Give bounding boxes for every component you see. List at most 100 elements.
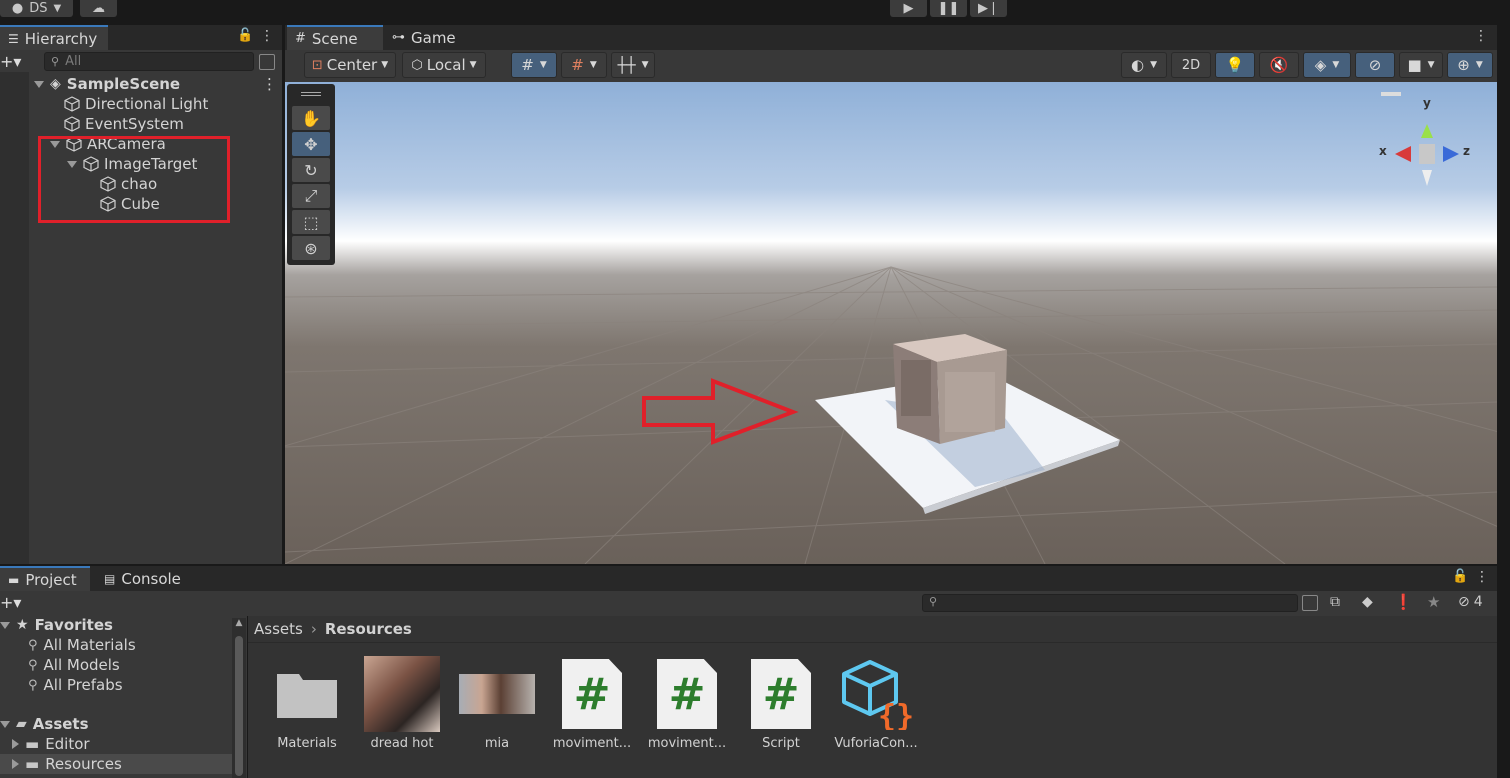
folder-item-editor[interactable]: ▬ Editor [12, 734, 90, 754]
increment-snap-button[interactable]: # ▼ [561, 52, 607, 78]
local-icon: ⬡ [411, 57, 423, 73]
pause-button[interactable]: ❚❚ [930, 0, 967, 17]
pivot-label: Center [326, 56, 378, 74]
rect-icon: ⬚ [303, 212, 319, 232]
asset-mia[interactable]: mia [452, 656, 542, 751]
chevron-down-icon: ▼ [1332, 60, 1340, 70]
tab-console[interactable]: ▤ Console [96, 566, 196, 591]
gizmo-y-label: y [1423, 96, 1431, 110]
favorite-item[interactable]: ⚲ All Materials [28, 635, 136, 655]
hidden-count: 4 [1473, 594, 1483, 610]
expand-icon [0, 621, 10, 629]
hand-tool-button[interactable]: ✋ [292, 106, 330, 130]
asset-label: Materials [277, 736, 337, 751]
project-tabbar [0, 566, 1497, 591]
annotation-arrow [642, 378, 799, 445]
cloud-button[interactable]: ☁ [80, 0, 117, 17]
audio-button[interactable]: 🔇 [1259, 52, 1299, 78]
project-search-input[interactable]: ⚲ [922, 594, 1298, 612]
asset-dread-hot[interactable]: dread hot [357, 656, 447, 751]
textured-cube [893, 334, 1007, 444]
move-tool-button[interactable]: ✥ [292, 132, 330, 156]
gizmos-dropdown[interactable]: ⊕ ▼ [1447, 52, 1493, 78]
shading-mode-dropdown[interactable]: ◐ ▼ [1121, 52, 1167, 78]
chevron-down-icon: ▼ [1150, 60, 1157, 70]
chevron-down-icon: ▼ [539, 60, 547, 70]
account-icon: ● [11, 1, 24, 16]
alert-icon[interactable]: ❗ [1394, 593, 1413, 611]
hierarchy-search-input[interactable]: ⚲ All [44, 52, 254, 71]
filter-by-label-icon[interactable]: ◆ [1362, 594, 1373, 610]
scale-tool-button[interactable]: ⤢ [292, 184, 330, 208]
vuforia-config-icon: {} [842, 660, 912, 730]
more-icon[interactable]: ⋮ [1475, 569, 1489, 585]
move-icon: ✥ [304, 134, 318, 154]
tab-scene[interactable]: # Scene [287, 25, 383, 50]
add-object-button[interactable]: +▾ [0, 52, 21, 71]
lock-icon[interactable]: 🔓 [237, 28, 253, 43]
space-label: Local [426, 56, 466, 74]
tab-hierarchy[interactable]: ☰ Hierarchy [0, 25, 108, 50]
mute-icon: 🔇 [1269, 56, 1289, 74]
chevron-down-icon: ▼ [53, 3, 62, 14]
play-button[interactable]: ▶ [890, 0, 927, 17]
asset-label: mia [484, 736, 510, 751]
asset-moviment-2[interactable]: # moviment... [642, 656, 732, 751]
breadcrumb-assets[interactable]: Assets [254, 620, 303, 638]
tab-project[interactable]: ▬ Project [0, 566, 90, 591]
scene-more-icon[interactable]: ⋮ [262, 75, 277, 93]
favorite-item[interactable]: ⚲ All Prefabs [28, 675, 123, 695]
favorites-header[interactable]: ★ Favorites [0, 615, 113, 635]
toggle-2d-button[interactable]: 2D [1171, 52, 1211, 78]
gamepad-icon: ⊶ [392, 30, 405, 45]
camera-dropdown[interactable]: ■ ▼ [1399, 52, 1443, 78]
scene-viewport[interactable]: y x z [285, 82, 1497, 564]
item-label: EventSystem [85, 115, 184, 133]
filter-by-type-icon[interactable]: ⧉ [1330, 594, 1340, 610]
chevron-down-icon: ▼ [1475, 60, 1483, 70]
transform-tool-button[interactable]: ⊛ [292, 236, 330, 260]
favorite-label: All Models [43, 656, 120, 674]
rect-tool-button[interactable]: ⬚ [292, 210, 330, 234]
favorites-label: Favorites [34, 616, 113, 634]
tab-game[interactable]: ⊶ Game [384, 25, 474, 50]
asset-vuforia-config[interactable]: {} VuforiaCon... [831, 656, 921, 751]
ruler-button[interactable]: ┼┼ ▼ [611, 52, 655, 78]
assets-header[interactable]: ▰ Assets [0, 714, 89, 734]
scene-right-border [1497, 25, 1510, 565]
grid-snap-button[interactable]: # ▼ [511, 52, 557, 78]
create-asset-button[interactable]: +▾ [0, 593, 21, 612]
favorite-star-icon[interactable]: ★ [1427, 593, 1440, 611]
scroll-thumb[interactable] [235, 636, 243, 776]
hierarchy-item-directional-light[interactable]: Directional Light [64, 94, 208, 114]
hidden-packages-toggle[interactable]: ⊘ 4 [1458, 594, 1483, 610]
lighting-button[interactable]: 💡 [1215, 52, 1255, 78]
breadcrumb-resources[interactable]: Resources [325, 620, 412, 638]
space-dropdown[interactable]: ⬡ Local ▼ [402, 52, 486, 78]
breadcrumb-divider [248, 642, 1497, 643]
orientation-gizmo[interactable]: y x z [1375, 92, 1485, 196]
account-dropdown[interactable]: ● DS ▼ [0, 0, 73, 17]
search-type-icon[interactable] [259, 54, 275, 70]
step-button[interactable]: ▶❘ [970, 0, 1007, 17]
pivot-dropdown[interactable]: ⊡ Center ▼ [304, 52, 396, 78]
csharp-script-icon: # [751, 659, 811, 729]
asset-materials[interactable]: Materials [262, 656, 352, 751]
rotate-tool-button[interactable]: ↻ [292, 158, 330, 182]
asset-thumbnail: # [649, 656, 725, 732]
tree-scrollbar[interactable]: ▲ [232, 618, 246, 778]
search-by-type-icon[interactable] [1302, 595, 1318, 611]
chevron-down-icon: ▼ [381, 60, 389, 70]
more-icon[interactable]: ⋮ [260, 28, 274, 44]
asset-script[interactable]: # Script [736, 656, 826, 751]
effects-dropdown[interactable]: ◈ ▼ [1303, 52, 1351, 78]
eye-off-icon: ⊘ [1458, 594, 1470, 610]
visibility-button[interactable]: ⊘ [1355, 52, 1395, 78]
asset-moviment-1[interactable]: # moviment... [547, 656, 637, 751]
favorite-item[interactable]: ⚲ All Models [28, 655, 120, 675]
scene-more-icon[interactable]: ⋮ [1474, 28, 1488, 44]
folder-item-resources[interactable]: ▬ Resources [0, 754, 232, 774]
hierarchy-item-eventsystem[interactable]: EventSystem [64, 114, 184, 134]
scene-row[interactable]: ◈ SampleScene ⋮ [34, 74, 282, 94]
lock-icon[interactable]: 🔓 [1452, 569, 1468, 584]
